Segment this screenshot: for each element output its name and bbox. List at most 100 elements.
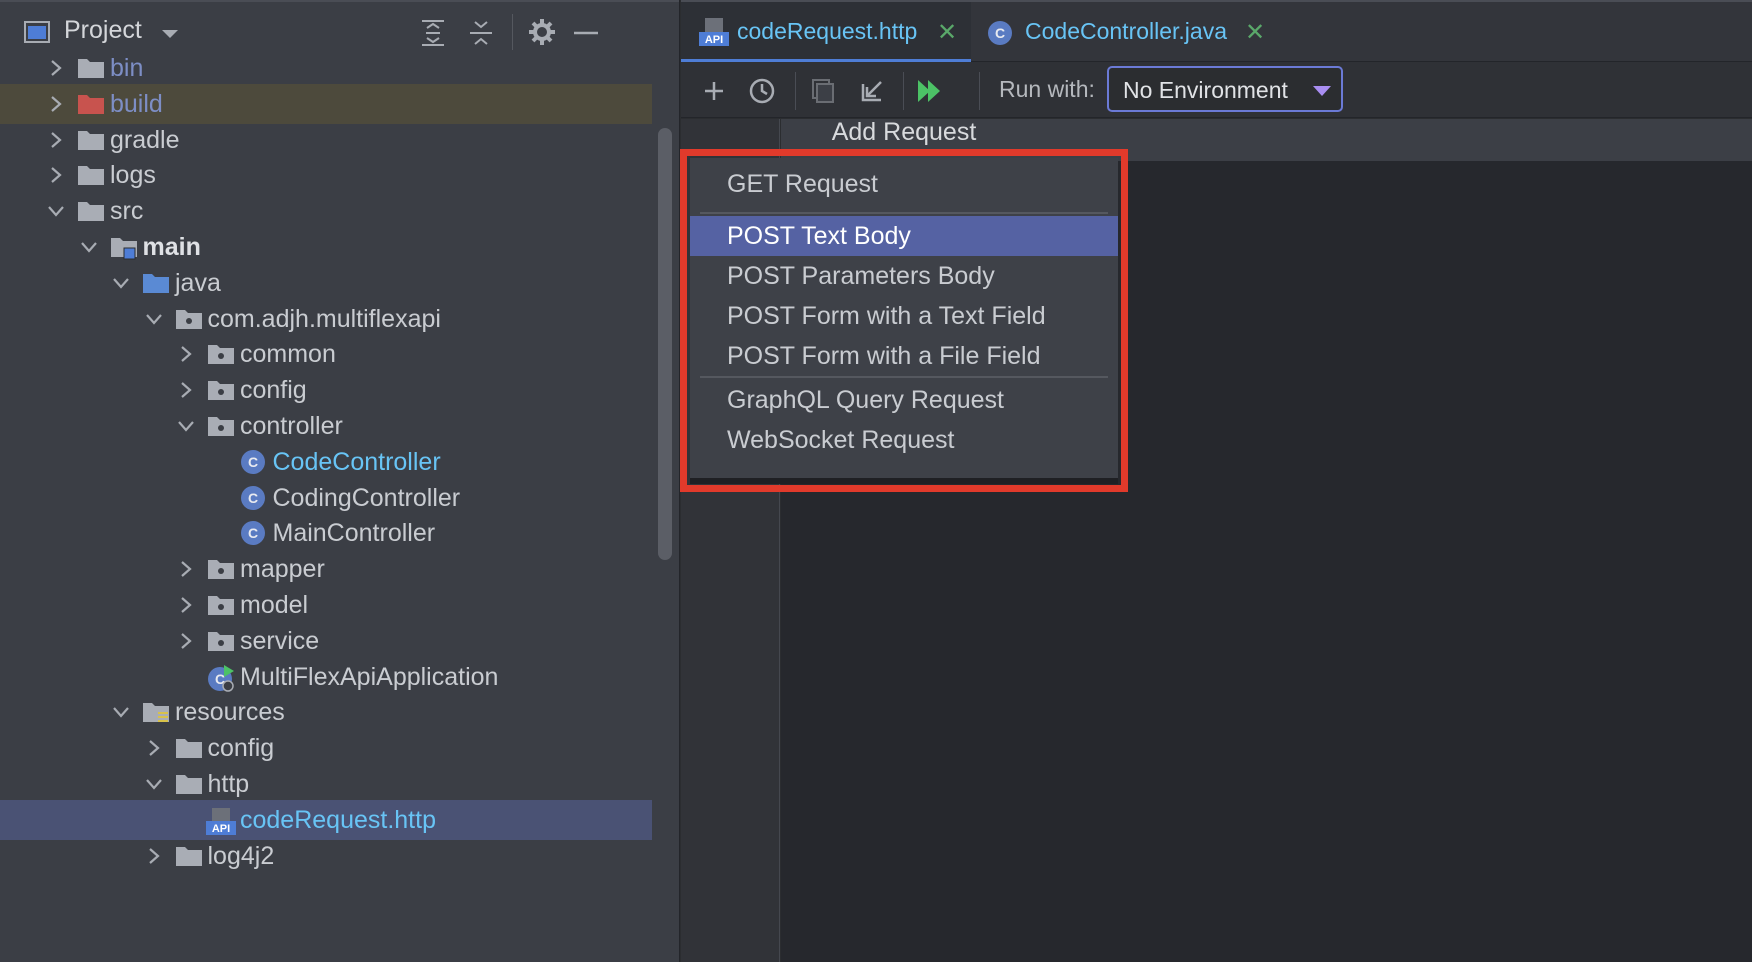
package-icon	[206, 592, 236, 618]
tree-item-com-adjh-multiflexapi[interactable]: com.adjh.multiflexapi	[0, 299, 652, 339]
tree-item-label: common	[240, 340, 336, 369]
tree-item-config[interactable]: config	[0, 728, 652, 768]
run-all-icon[interactable]	[913, 74, 947, 108]
chevron-down-icon[interactable]	[111, 273, 131, 293]
tab-close-icon[interactable]: ✕	[937, 18, 957, 47]
svg-text:C: C	[995, 25, 1005, 41]
minimize-icon[interactable]	[574, 30, 598, 36]
package-icon	[206, 341, 236, 367]
chevron-down-icon[interactable]	[160, 28, 180, 40]
tree-item-controller[interactable]: controller	[0, 406, 652, 446]
tree-item-label: logs	[110, 161, 156, 190]
chevron-right-icon[interactable]	[176, 631, 196, 651]
import-icon[interactable]	[855, 74, 889, 108]
package-icon	[206, 377, 236, 403]
java-class-icon: C	[988, 21, 1012, 45]
tree-item-label: main	[142, 233, 201, 261]
caret-down-icon	[1313, 86, 1331, 96]
tree-item-bin[interactable]: bin	[0, 48, 652, 88]
tree-item-label: log4j2	[207, 841, 275, 870]
chevron-right-icon[interactable]	[176, 380, 196, 400]
copy-icon[interactable]	[805, 74, 839, 108]
expand-all-icon[interactable]	[420, 18, 446, 48]
tab-codecontroller-java[interactable]: C CodeController.java ✕	[973, 2, 1273, 62]
tree-item-log4j2[interactable]: log4j2	[0, 836, 652, 876]
chevron-down-icon[interactable]	[144, 309, 164, 329]
tree-item-label: service	[240, 626, 320, 655]
tree-item-src[interactable]: src	[0, 191, 652, 231]
tree-item-multiflexapiapplication[interactable]: C MultiFlexApiApplication	[0, 657, 652, 697]
package-icon	[174, 306, 204, 332]
chevron-right-icon[interactable]	[176, 344, 196, 364]
tree-item-main[interactable]: main	[0, 227, 652, 267]
tree-item-label: codeRequest.http	[240, 805, 436, 834]
toolbar-separator	[979, 72, 980, 110]
tree-item-logs[interactable]: logs	[0, 155, 652, 195]
svg-text:C: C	[247, 525, 257, 541]
chevron-right-icon[interactable]	[46, 130, 66, 150]
tree-item-mapper[interactable]: mapper	[0, 549, 652, 589]
chevron-down-icon[interactable]	[79, 237, 99, 257]
module-folder-icon	[109, 234, 139, 260]
chevron-down-icon[interactable]	[111, 702, 131, 722]
environment-select[interactable]: No Environment	[1107, 66, 1343, 112]
tree-item-coderequest-http[interactable]: API codeRequest.http	[0, 799, 652, 840]
tree-item-label: http	[207, 770, 250, 798]
tree-item-java[interactable]: java	[0, 263, 652, 303]
chevron-right-icon[interactable]	[144, 738, 164, 758]
java-class-icon: C	[239, 449, 269, 475]
tree-item-config[interactable]: config	[0, 370, 652, 410]
tree-item-model[interactable]: model	[0, 585, 652, 625]
tree-item-maincontroller[interactable]: C MainController	[0, 513, 652, 553]
project-panel-title[interactable]: Project	[64, 16, 142, 45]
chevron-down-icon[interactable]	[144, 774, 164, 794]
java-class-icon: C	[239, 485, 269, 511]
tree-item-label: com.adjh.multiflexapi	[207, 304, 441, 333]
tree-item-codecontroller[interactable]: C CodeController	[0, 442, 652, 482]
project-view-icon[interactable]	[24, 20, 50, 44]
folder-excluded-icon	[76, 91, 106, 117]
tab-label: CodeController.java	[1025, 18, 1228, 44]
resources-folder-icon	[141, 699, 171, 725]
package-icon	[206, 413, 236, 439]
tree-item-label: gradle	[110, 125, 180, 154]
chevron-right-icon[interactable]	[176, 595, 196, 615]
collapse-all-icon[interactable]	[468, 18, 494, 48]
chevron-right-icon[interactable]	[46, 94, 66, 114]
project-tool-window: Project bin build gradle logs src main j…	[0, 0, 680, 962]
tree-item-label: model	[240, 591, 309, 619]
tree-item-label: build	[110, 89, 163, 118]
folder-icon	[76, 198, 106, 224]
folder-icon	[174, 843, 204, 869]
source-folder-icon	[141, 270, 171, 296]
tree-item-label: CodeController	[272, 447, 441, 476]
tree-item-common[interactable]: common	[0, 334, 652, 374]
chevron-down-icon[interactable]	[176, 416, 196, 436]
tree-item-build[interactable]: build	[0, 83, 652, 124]
tree-item-label: bin	[110, 54, 144, 82]
chevron-right-icon[interactable]	[176, 559, 196, 579]
toolbar-separator	[903, 72, 904, 110]
history-icon[interactable]	[745, 74, 779, 108]
tree-scrollbar[interactable]	[658, 128, 672, 560]
api-file-icon: API	[699, 18, 729, 46]
chevron-right-icon[interactable]	[144, 846, 164, 866]
environment-value: No Environment	[1123, 77, 1288, 103]
tree-item-gradle[interactable]: gradle	[0, 120, 652, 160]
tree-item-label: java	[175, 268, 221, 297]
add-request-icon[interactable]	[697, 74, 731, 108]
chevron-right-icon[interactable]	[46, 165, 66, 185]
tree-item-http[interactable]: http	[0, 764, 652, 804]
tree-item-service[interactable]: service	[0, 621, 652, 661]
spring-app-icon: C	[206, 664, 236, 692]
tree-item-codingcontroller[interactable]: C CodingController	[0, 478, 652, 518]
tree-item-resources[interactable]: resources	[0, 692, 652, 732]
chevron-down-icon[interactable]	[46, 201, 66, 221]
gear-icon[interactable]	[528, 18, 556, 46]
tree-item-label: resources	[175, 698, 285, 727]
package-icon	[206, 628, 236, 654]
chevron-right-icon[interactable]	[46, 58, 66, 78]
tab-coderequest-http[interactable]: API codeRequest.http ✕	[681, 2, 971, 62]
tab-close-icon[interactable]: ✕	[1245, 18, 1265, 47]
folder-icon	[76, 127, 106, 153]
